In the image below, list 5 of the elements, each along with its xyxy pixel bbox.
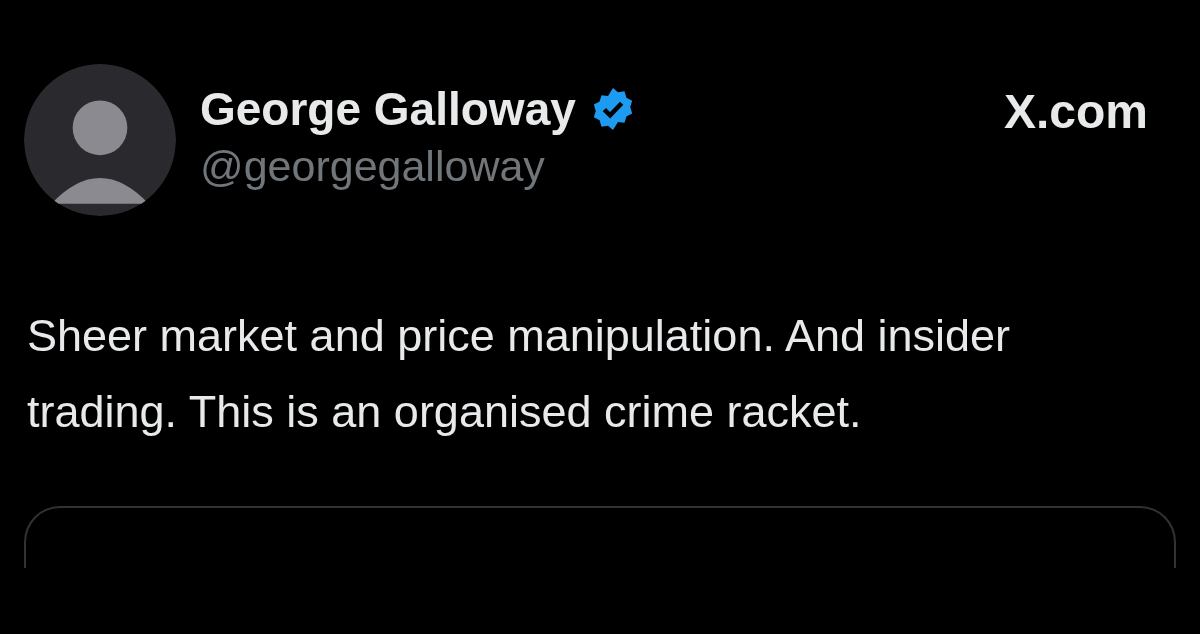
author-handle: @georgegalloway (200, 142, 546, 191)
post-text: Sheer market and price manipulation. And insider trading. This is an organised crime racket. (26, 309, 1012, 439)
source-label: X.com (1003, 84, 1148, 139)
avatar[interactable] (24, 64, 176, 216)
author-name: George Galloway (200, 82, 576, 136)
